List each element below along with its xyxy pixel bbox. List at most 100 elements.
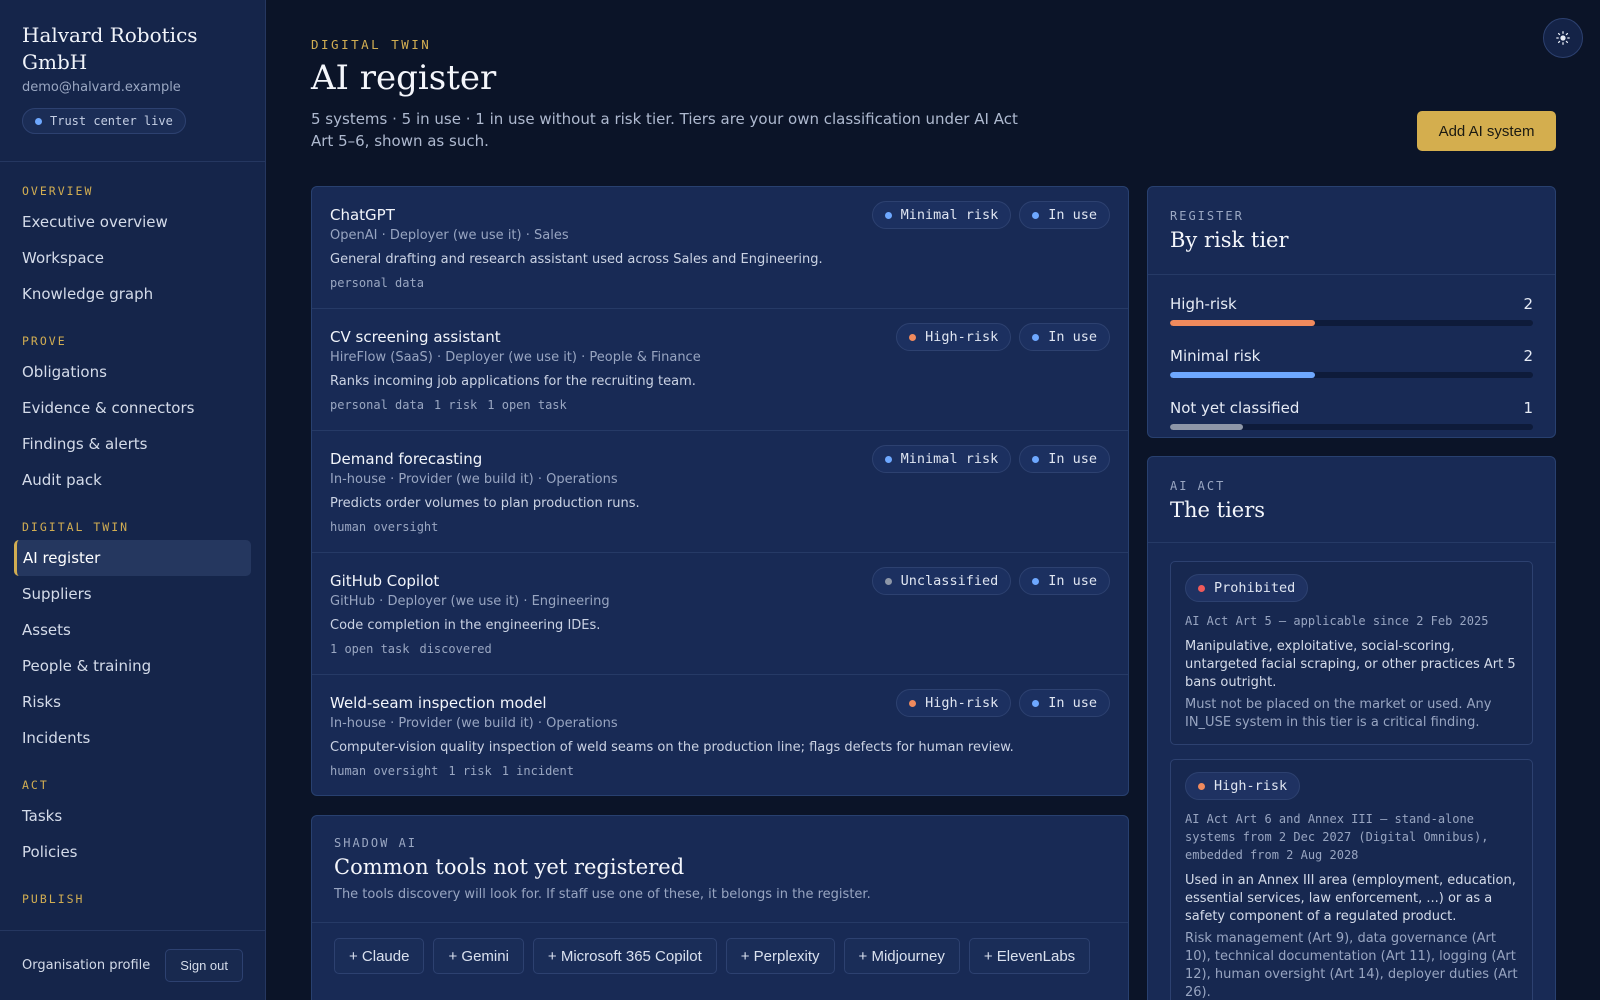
risk-tier-bar-fill [1170, 424, 1243, 430]
risk-tier-label: High-risk [1170, 295, 1237, 313]
risk-tier-row: Not yet classified 1 [1170, 399, 1533, 417]
status-badge: In use [1019, 445, 1110, 473]
status-label: In use [1048, 695, 1097, 711]
system-meta: In-house · Provider (we build it) · Oper… [330, 472, 618, 487]
shadow-ai-tools: + Claude + Gemini + Microsoft 365 Copilot +… [312, 923, 1128, 974]
risk-tier-label: Minimal risk [900, 207, 999, 223]
risk-tier-label: Minimal risk [1170, 347, 1261, 365]
ai-act-reference: AI Act Art 6 and Annex III — stand-alone… [1185, 812, 1489, 862]
status-badge: In use [1019, 201, 1110, 229]
sidebar-item-suppliers[interactable]: Suppliers [14, 576, 251, 612]
ai-act-title: The tiers [1170, 498, 1266, 522]
risk-tier-badge: Minimal risk [871, 445, 1012, 473]
add-tool-elevenlabs-button[interactable]: + ElevenLabs [968, 938, 1091, 974]
risk-tier-label: Unclassified [900, 573, 999, 589]
ai-system-row[interactable]: ChatGPT OpenAI · Deployer (we use it) · S… [312, 187, 1128, 309]
system-description: Computer-vision quality inspection of we… [330, 740, 1014, 755]
shadow-ai-header: SHADOW AI Common tools not yet registere… [312, 816, 1128, 923]
add-tool-claude-button[interactable]: + Claude [334, 938, 425, 974]
risk-tier-badge: Unclassified [871, 567, 1012, 595]
system-description: Code completion in the engineering IDEs. [330, 618, 601, 633]
shadow-ai-title: Common tools not yet registered [334, 855, 685, 879]
system-tag: personal data [330, 398, 424, 412]
sidebar-item-obligations[interactable]: Obligations [14, 354, 251, 390]
add-ai-system-button[interactable]: Add AI system [1417, 111, 1556, 151]
org-email: demo@halvard.example [22, 80, 181, 95]
risk-tier-label: Not yet classified [1170, 399, 1300, 417]
ai-act-tier-prohibited: Prohibited AI Act Art 5 — applicable sinc… [1170, 561, 1533, 745]
ai-system-row[interactable]: Weld-seam inspection model In-house · Pro… [312, 675, 1128, 795]
nav-section-overview: OVERVIEW [22, 184, 94, 198]
system-tag: 1 open task [487, 398, 567, 412]
system-meta: In-house · Provider (we build it) · Oper… [330, 716, 618, 731]
sidebar: Halvard Robotics GmbH demo@halvard.examp… [0, 0, 266, 1000]
system-tag: human oversight [330, 520, 439, 534]
trust-center-status[interactable]: Trust center live [22, 108, 186, 134]
sidebar-item-people-training[interactable]: People & training [14, 648, 251, 684]
add-tool-microsoft-365-copilot-button[interactable]: + Microsoft 365 Copilot [532, 938, 717, 974]
sidebar-item-executive-overview[interactable]: Executive overview [14, 204, 251, 240]
risk-tier-bar-fill [1170, 372, 1316, 378]
system-tags: personal data [330, 276, 1110, 290]
risk-tier-row: Minimal risk 2 [1170, 347, 1533, 365]
sidebar-item-incidents[interactable]: Incidents [14, 720, 251, 756]
sun-icon [1556, 31, 1570, 45]
ai-act-note: Risk management (Art 9), data governance… [1185, 931, 1518, 1000]
nav-section-publish: PUBLISH [22, 892, 85, 906]
system-tag: 1 incident [501, 764, 574, 778]
status-dot-icon [1032, 577, 1040, 585]
status-dot-icon [1032, 455, 1040, 463]
system-badges: Minimal risk In use [871, 201, 1110, 229]
risk-tier-card: REGISTER By risk tier High-risk 2 Minimal … [1147, 186, 1556, 438]
ai-act-tier-label: Prohibited [1214, 580, 1296, 596]
ai-system-row[interactable]: GitHub Copilot GitHub · Deployer (we use … [312, 553, 1128, 675]
ai-system-row[interactable]: Demand forecasting In-house · Provider (w… [312, 431, 1128, 553]
ai-system-row[interactable]: CV screening assistant HireFlow (SaaS) · … [312, 309, 1128, 431]
system-tag: personal data [330, 276, 424, 290]
theme-toggle-button[interactable] [1543, 18, 1583, 58]
sidebar-item-evidence-connectors[interactable]: Evidence & connectors [14, 390, 251, 426]
risk-tier-count: 2 [1523, 295, 1533, 313]
ai-systems-list: ChatGPT OpenAI · Deployer (we use it) · S… [311, 186, 1129, 796]
page-header: DIGITAL TWIN AI register 5 systems · 5 i… [311, 0, 1556, 152]
sign-out-button[interactable]: Sign out [165, 949, 243, 982]
add-tool-perplexity-button[interactable]: + Perplexity [725, 938, 835, 974]
sidebar-item-tasks[interactable]: Tasks [14, 798, 251, 834]
ai-act-description: Manipulative, exploitative, social-scori… [1185, 639, 1516, 690]
system-description: General drafting and research assistant … [330, 252, 823, 267]
sidebar-item-findings-alerts[interactable]: Findings & alerts [14, 426, 251, 462]
sidebar-item-knowledge-graph[interactable]: Knowledge graph [14, 276, 251, 312]
add-tool-midjourney-button[interactable]: + Midjourney [843, 938, 960, 974]
sidebar-item-risks[interactable]: Risks [14, 684, 251, 720]
ai-act-reference: AI Act Art 5 — applicable since 2 Feb 20… [1185, 614, 1489, 628]
system-badges: High-risk In use [896, 689, 1110, 717]
add-tool-gemini-button[interactable]: + Gemini [433, 938, 524, 974]
sidebar-item-policies[interactable]: Policies [14, 834, 251, 870]
shadow-ai-card: SHADOW AI Common tools not yet registere… [311, 815, 1129, 1000]
trust-center-label: Trust center live [50, 114, 173, 128]
status-label: In use [1048, 451, 1097, 467]
organisation-profile-link[interactable]: Organisation profile [22, 958, 150, 973]
sidebar-item-assets[interactable]: Assets [14, 612, 251, 648]
page-subtitle: 5 systems · 5 in use · 1 in use without … [311, 110, 1018, 150]
page-title: AI register [311, 58, 497, 98]
system-tag: human oversight [330, 764, 439, 778]
risk-tier-bar [1170, 424, 1533, 430]
ai-act-card: AI ACT The tiers Prohibited AI Act Art 5 … [1147, 456, 1556, 1000]
tier-dot-icon [884, 577, 892, 585]
sidebar-item-ai-register[interactable]: AI register [14, 540, 251, 576]
ai-act-note: Must not be placed on the market or used… [1185, 697, 1492, 730]
risk-tier-high-risk: High-risk 2 [1170, 295, 1533, 326]
system-tag: 1 open task [330, 642, 410, 656]
system-badges: Unclassified In use [871, 567, 1110, 595]
ai-act-tier-badge: High-risk [1185, 772, 1301, 800]
risk-tier-badge: Minimal risk [871, 201, 1012, 229]
sidebar-item-audit-pack[interactable]: Audit pack [14, 462, 251, 498]
system-description: Predicts order volumes to plan productio… [330, 496, 640, 511]
tier-dot-icon [884, 455, 892, 463]
risk-tier-label: High-risk [925, 329, 999, 345]
risk-tier-badge: High-risk [896, 689, 1012, 717]
sidebar-item-workspace[interactable]: Workspace [14, 240, 251, 276]
status-label: In use [1048, 573, 1097, 589]
status-dot-icon [1032, 333, 1040, 341]
